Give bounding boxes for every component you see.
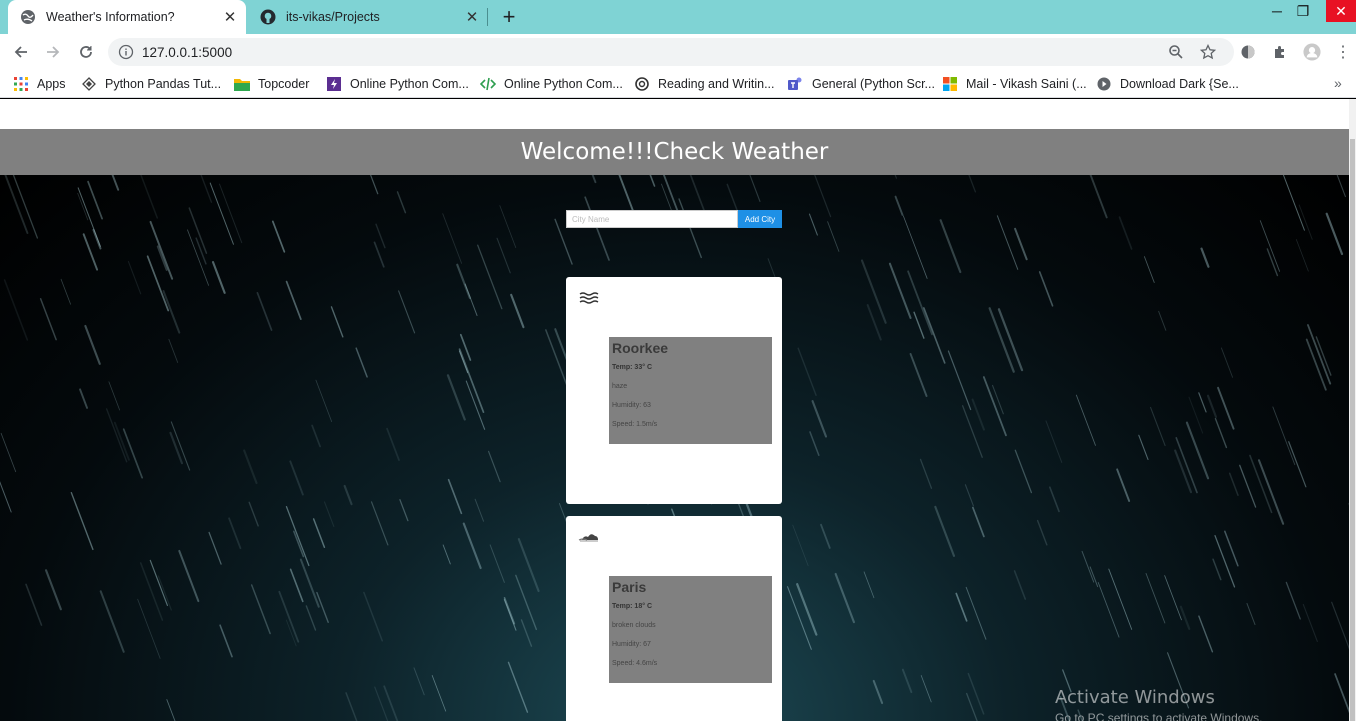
humidity: Humidity: 63 (612, 402, 651, 409)
humidity: Humidity: 67 (612, 641, 651, 648)
bookmark-topcoder[interactable]: Topcoder (234, 75, 309, 93)
haze-icon (578, 289, 600, 309)
add-city-button[interactable]: Add City (738, 210, 782, 228)
ring-icon (634, 76, 650, 92)
city-name-input[interactable] (566, 210, 738, 228)
star-icon[interactable] (1199, 43, 1217, 60)
info-icon[interactable] (118, 44, 134, 60)
tab-title: its-vikas/Projects (286, 10, 380, 24)
bookmark-label: Apps (37, 77, 66, 91)
temperature: Temp: 33° C (612, 364, 653, 371)
bookmark-label: Download Dark {Se... (1120, 77, 1239, 91)
code-icon (480, 76, 496, 92)
bookmark-mail[interactable]: Mail - Vikash Saini (... (942, 75, 1087, 93)
kebab-menu-icon[interactable]: ⋮ (1334, 43, 1352, 61)
bookmark-apps[interactable]: Apps (13, 75, 66, 93)
weather-info-box: Paris Temp: 18° C broken clouds Humidity… (609, 576, 772, 683)
apps-grid-icon (13, 76, 29, 92)
weather-card: Paris Temp: 18° C broken clouds Humidity… (566, 516, 782, 721)
page-viewport: Welcome!!!Check Weather Add City Roorkee… (0, 99, 1356, 721)
city-name: Paris (612, 579, 647, 595)
tab-strip: Weather's Information? ✕ its-vikas/Proje… (0, 0, 1356, 34)
bookmark-label: Online Python Com... (504, 77, 623, 91)
tab-title: Weather's Information? (46, 10, 175, 24)
bookmark-reading-writing[interactable]: Reading and Writin... (634, 75, 775, 93)
wind-speed: Speed: 4.6m/s (612, 660, 658, 667)
profile-avatar-icon[interactable] (1303, 43, 1321, 61)
weather-description: broken clouds (612, 622, 656, 629)
extension-circle-icon[interactable] (1239, 43, 1257, 61)
wind-speed: Speed: 1.5m/s (612, 421, 658, 428)
teams-icon (788, 76, 804, 92)
address-bar[interactable]: 127.0.0.1:5000 (108, 38, 1234, 66)
bookmark-label: Python Pandas Tut... (105, 77, 222, 91)
bookmark-python-pandas[interactable]: Python Pandas Tut... (81, 75, 221, 93)
activate-windows-title: Activate Windows (1055, 687, 1215, 708)
folder-icon (234, 76, 250, 92)
scrollbar-thumb[interactable] (1350, 139, 1355, 721)
bookmark-label: Mail - Vikash Saini (... (966, 77, 1087, 91)
window-close-icon[interactable]: ✕ (1326, 0, 1356, 22)
puzzle-icon[interactable] (1271, 43, 1289, 61)
bookmark-online-python-1[interactable]: Online Python Com... (326, 75, 469, 93)
temperature: Temp: 18° C (612, 603, 653, 610)
bookmark-label: Reading and Writin... (658, 77, 775, 91)
weather-card: Roorkee Temp: 33° C haze Humidity: 63 Sp… (566, 277, 782, 504)
tab-divider (487, 8, 488, 26)
minimize-icon[interactable]: ─ (1264, 0, 1290, 22)
diamond-icon (81, 76, 97, 92)
globe-icon (20, 9, 36, 25)
page-scrollbar[interactable] (1349, 99, 1356, 721)
activate-windows-subtitle: Go to PC settings to activate Windows. (1055, 711, 1263, 721)
bookmark-general-python[interactable]: General (Python Scr... (788, 75, 935, 93)
new-tab-plus-icon[interactable]: + (497, 4, 521, 29)
close-icon[interactable]: ✕ (220, 7, 240, 27)
bookmark-label: General (Python Scr... (812, 77, 935, 91)
page-title: Welcome!!!Check Weather (520, 139, 829, 165)
add-city-form: Add City (566, 210, 782, 228)
browser-toolbar: 127.0.0.1:5000 ⋮ (0, 34, 1356, 70)
page-header: Welcome!!!Check Weather (0, 129, 1349, 175)
weather-description: haze (612, 383, 628, 390)
tab-weather[interactable]: Weather's Information? ✕ (8, 0, 246, 34)
bolt-icon (326, 76, 342, 92)
url-text: 127.0.0.1:5000 (142, 45, 233, 60)
back-arrow-icon[interactable] (8, 39, 34, 65)
bookmarks-overflow-icon[interactable]: » (1334, 75, 1342, 91)
microsoft-icon (942, 76, 958, 92)
bookmark-online-python-2[interactable]: Online Python Com... (480, 75, 623, 93)
reload-icon[interactable] (73, 39, 99, 65)
bookmark-label: Topcoder (258, 77, 310, 91)
github-icon (260, 9, 276, 25)
bookmark-label: Online Python Com... (350, 77, 469, 91)
close-icon[interactable]: ✕ (462, 7, 482, 27)
tab-github-projects[interactable]: its-vikas/Projects ✕ (248, 0, 488, 34)
city-name: Roorkee (612, 340, 669, 356)
bookmarks-bar: Apps Python Pandas Tut... Topcoder Onlin… (0, 70, 1356, 98)
broken-clouds-icon (578, 528, 600, 548)
bookmark-download-dark[interactable]: Download Dark {Se... (1096, 75, 1239, 93)
restore-icon[interactable]: ❐ (1290, 0, 1316, 22)
zoom-icon[interactable] (1168, 44, 1184, 60)
forward-arrow-icon[interactable] (40, 39, 66, 65)
weather-info-box: Roorkee Temp: 33° C haze Humidity: 63 Sp… (609, 337, 772, 444)
play-icon (1096, 76, 1112, 92)
